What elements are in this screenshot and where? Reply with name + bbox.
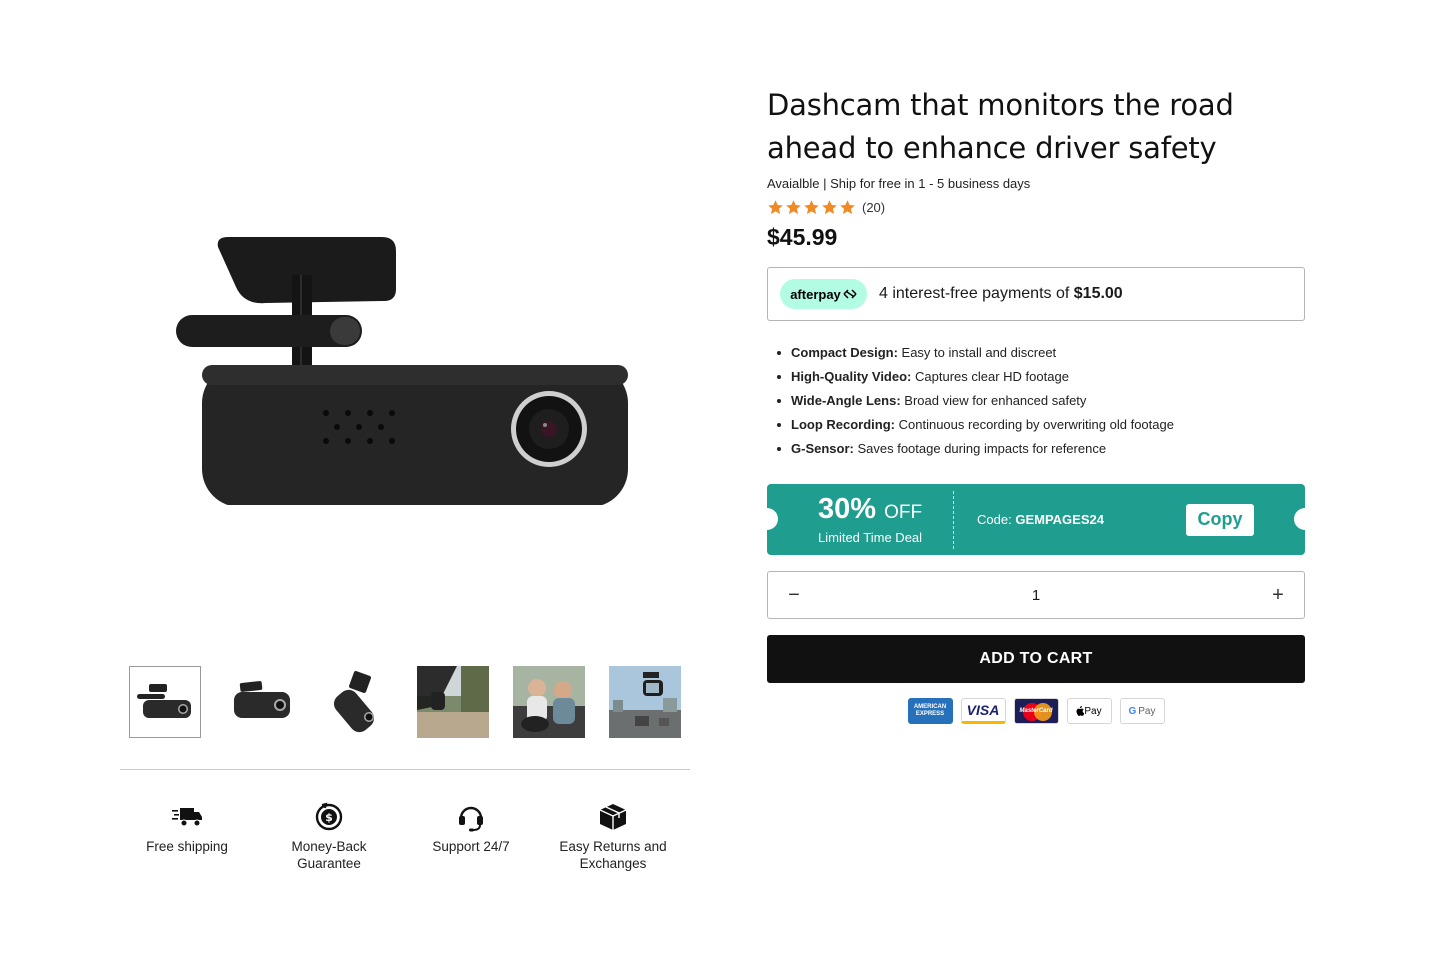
afterpay-text: 4 interest-free payments of $15.00 (879, 285, 1123, 303)
quantity-value[interactable]: 1 (1032, 587, 1040, 604)
thumbnail-1[interactable] (129, 666, 201, 738)
coupon-off: OFF (884, 502, 923, 523)
thumbnail-strip (129, 666, 681, 738)
features-row: Free shipping $ Money-Back Guarantee Sup… (116, 800, 696, 872)
star-icon (804, 200, 819, 214)
apple-pay-label: Pay (1084, 705, 1102, 717)
afterpay-logo: afterpay (780, 279, 867, 309)
bullet-item: Compact Design: Easy to install and disc… (777, 341, 1305, 365)
svg-text:$: $ (325, 811, 333, 824)
thumbnail-4[interactable] (417, 666, 489, 738)
mastercard-icon: MasterCard (1013, 698, 1059, 724)
amex-label: AMERICAN EXPRESS (913, 704, 947, 717)
feature-returns: Easy Returns and Exchanges (542, 800, 684, 872)
star-icon (768, 200, 783, 214)
bullet-item: High-Quality Video: Captures clear HD fo… (777, 365, 1305, 389)
bullet-text: Captures clear HD footage (915, 369, 1069, 384)
feature-bullets: Compact Design: Easy to install and disc… (767, 341, 1305, 461)
feature-label: Free shipping (146, 839, 228, 854)
google-pay-label: Pay (1138, 705, 1156, 717)
box-icon (596, 800, 630, 834)
bullet-text: Saves footage during impacts for referen… (857, 441, 1107, 456)
afterpay-label: 4 interest-free payments of (879, 285, 1070, 302)
thumbnail-3[interactable] (321, 666, 393, 738)
bullet-item: G-Sensor: Saves footage during impacts f… (777, 437, 1305, 461)
divider (120, 769, 690, 770)
thumbnail-2[interactable] (225, 666, 297, 738)
bullet-label: High-Quality Video: (791, 369, 912, 384)
coupon-notch (756, 508, 778, 530)
star-icon (786, 200, 801, 214)
visa-label: VISA (966, 702, 1000, 718)
mastercard-label: MasterCard (1019, 708, 1053, 714)
product-page: Free shipping $ Money-Back Guarantee Sup… (0, 0, 1440, 958)
feature-money-back: $ Money-Back Guarantee (258, 800, 400, 872)
coupon-notch (1294, 508, 1316, 530)
feature-label: Money-Back Guarantee (291, 839, 367, 871)
feature-free-shipping: Free shipping (116, 800, 258, 872)
thumbnail-5[interactable] (513, 666, 585, 738)
copy-code-button[interactable]: Copy (1186, 503, 1254, 536)
quantity-stepper: − 1 + (767, 571, 1305, 619)
increase-quantity-button[interactable]: + (1272, 584, 1284, 607)
afterpay-logo-text: afterpay (790, 286, 841, 302)
rating-stars (767, 199, 856, 216)
decrease-quantity-button[interactable]: − (788, 584, 800, 607)
thumbnail-6[interactable] (609, 666, 681, 738)
coupon-code-label: Code: (977, 512, 1012, 527)
star-icon (840, 200, 855, 214)
bullet-label: Wide-Angle Lens: (791, 393, 901, 408)
coupon-percent: 30% (818, 493, 877, 525)
availability-text: Avaialble | Ship for free in 1 - 5 busin… (767, 176, 1031, 191)
payment-methods: AMERICAN EXPRESS VISA MasterCard Pay G P… (767, 698, 1305, 724)
product-price: $45.99 (767, 224, 838, 250)
coupon-code: Code: GEMPAGES24 (977, 512, 1186, 527)
visa-icon: VISA (960, 698, 1006, 724)
bullet-label: G-Sensor: (791, 441, 854, 456)
apple-logo-icon (1076, 706, 1085, 716)
bullet-label: Compact Design: (791, 345, 898, 360)
apple-pay-icon: Pay (1066, 698, 1112, 724)
money-back-icon: $ (312, 800, 346, 834)
google-pay-icon: G Pay (1119, 698, 1165, 724)
feature-support: Support 24/7 (400, 800, 542, 872)
google-g-icon: G (1128, 705, 1137, 717)
review-count: (20) (862, 200, 886, 215)
bullet-item: Loop Recording: Continuous recording by … (777, 413, 1305, 437)
truck-icon (170, 800, 204, 834)
afterpay-amount: $15.00 (1073, 285, 1123, 302)
coupon-code-value: GEMPAGES24 (1015, 512, 1104, 527)
feature-label: Support 24/7 (432, 839, 510, 854)
afterpay-arrows-icon (843, 289, 857, 299)
coupon-discount: 30% OFF Limited Time Deal (767, 494, 953, 545)
product-info: Dashcam that monitors the road ahead to … (756, 84, 1316, 724)
bullet-text: Continuous recording by overwriting old … (898, 417, 1174, 432)
main-product-image[interactable] (120, 80, 690, 640)
product-title: Dashcam that monitors the road ahead to … (767, 88, 1234, 165)
add-to-cart-button[interactable]: ADD TO CART (767, 635, 1305, 683)
coupon-banner: 30% OFF Limited Time Deal Code: GEMPAGES… (756, 484, 1316, 555)
star-icon (822, 200, 837, 214)
bullet-text: Easy to install and discreet (901, 345, 1057, 360)
bullet-text: Broad view for enhanced safety (904, 393, 1087, 408)
headset-icon (454, 800, 488, 834)
rating[interactable]: (20) (767, 199, 1305, 216)
afterpay-box: afterpay 4 interest-free payments of $15… (767, 267, 1305, 321)
bullet-label: Loop Recording: (791, 417, 895, 432)
feature-label: Easy Returns and Exchanges (559, 839, 667, 871)
amex-icon: AMERICAN EXPRESS (907, 698, 953, 724)
coupon-separator (953, 490, 954, 549)
bullet-item: Wide-Angle Lens: Broad view for enhanced… (777, 389, 1305, 413)
coupon-subtitle: Limited Time Deal (818, 530, 923, 545)
